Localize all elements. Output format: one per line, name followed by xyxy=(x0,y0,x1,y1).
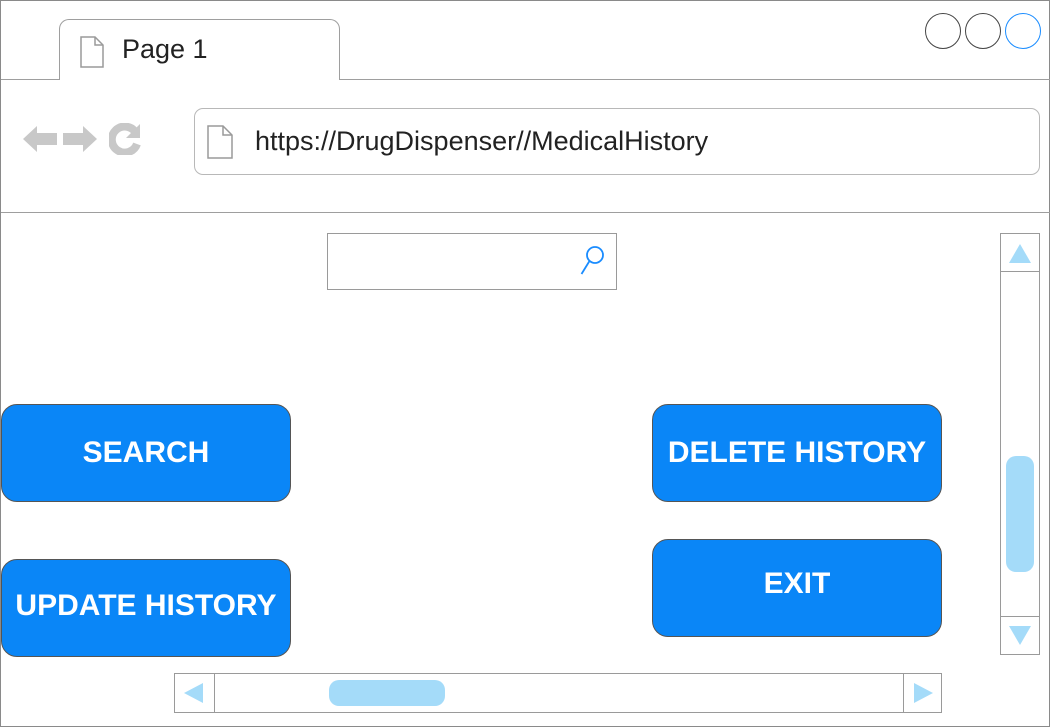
delete-history-button-label: DELETE HISTORY xyxy=(667,436,927,469)
horizontal-scroll-thumb[interactable] xyxy=(329,680,445,706)
tab-label: Page 1 xyxy=(122,34,208,64)
arrow-right-icon xyxy=(914,683,933,703)
address-bar[interactable]: https://DrugDispenser//MedicalHistory xyxy=(194,108,1040,175)
search-input[interactable] xyxy=(332,238,572,285)
navbar-divider xyxy=(1,212,1050,213)
maximize-button[interactable] xyxy=(965,13,1001,49)
update-history-button-label: UPDATE HISTORY xyxy=(15,589,277,622)
page-icon xyxy=(207,125,233,164)
forward-arrow-icon[interactable] xyxy=(63,126,97,157)
scroll-right-button[interactable] xyxy=(903,674,941,712)
scroll-up-button[interactable] xyxy=(1001,234,1039,272)
update-history-button[interactable]: UPDATE HISTORY xyxy=(1,559,291,657)
close-button[interactable] xyxy=(1005,13,1041,49)
url-text: https://DrugDispenser//MedicalHistory xyxy=(255,126,709,156)
exit-button-label: EXIT xyxy=(763,567,831,600)
arrow-down-icon xyxy=(1009,626,1031,645)
window-controls xyxy=(925,13,1041,49)
scroll-left-button[interactable] xyxy=(175,674,215,712)
arrow-up-icon xyxy=(1009,244,1031,263)
back-arrow-icon[interactable] xyxy=(23,126,57,157)
arrow-left-icon xyxy=(184,683,203,703)
vertical-scrollbar[interactable] xyxy=(1000,233,1040,655)
browser-window: Page 1 https://DrugDispenser//MedicalHis… xyxy=(0,0,1050,727)
search-field[interactable] xyxy=(327,233,617,290)
vertical-scroll-thumb[interactable] xyxy=(1006,456,1034,572)
minimize-button[interactable] xyxy=(925,13,961,49)
reload-icon[interactable] xyxy=(107,122,141,160)
search-button-label: SEARCH xyxy=(82,436,210,469)
search-icon[interactable] xyxy=(580,244,606,281)
navigation-buttons xyxy=(23,122,141,160)
horizontal-scrollbar[interactable] xyxy=(174,673,942,713)
delete-history-button[interactable]: DELETE HISTORY xyxy=(652,404,942,502)
exit-button[interactable]: EXIT xyxy=(652,539,942,637)
search-button[interactable]: SEARCH xyxy=(1,404,291,502)
scroll-down-button[interactable] xyxy=(1001,616,1039,654)
page-icon xyxy=(80,36,104,73)
tab-page[interactable]: Page 1 xyxy=(59,19,340,80)
